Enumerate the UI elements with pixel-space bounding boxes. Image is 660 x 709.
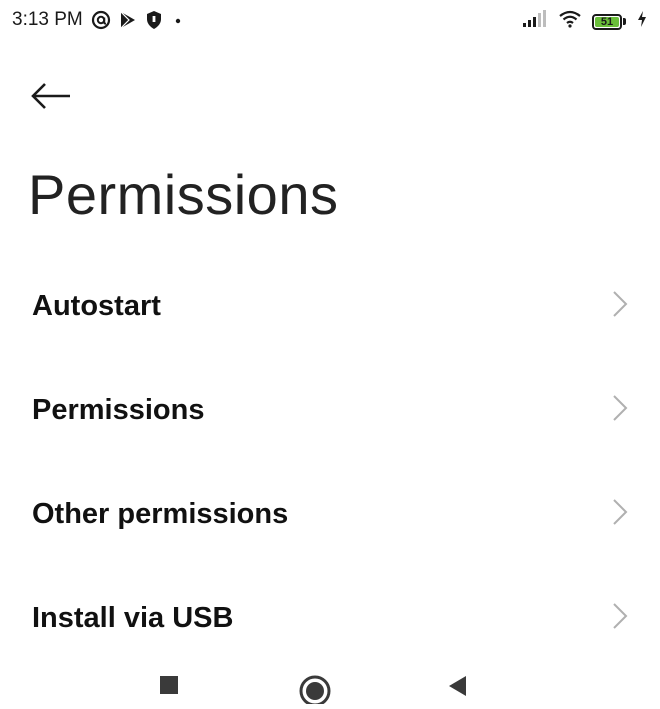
wifi-icon [558, 10, 582, 33]
list-item-label: Other permissions [32, 497, 289, 530]
play-store-icon [119, 10, 137, 30]
list-item-autostart[interactable]: Autostart [0, 254, 660, 358]
status-bar: 3:13 PM 51 [0, 0, 660, 40]
square-icon [159, 674, 179, 704]
list-item-install-via-usb[interactable]: Install via USB [0, 566, 660, 670]
circle-icon [298, 674, 332, 707]
triangle-back-icon [446, 674, 468, 704]
dot-icon [171, 10, 185, 30]
status-left: 3:13 PM [12, 9, 185, 31]
status-time: 3:13 PM [12, 9, 83, 30]
at-sign-icon [91, 10, 111, 30]
back-button[interactable] [440, 674, 474, 704]
back-arrow-button[interactable] [30, 76, 80, 120]
home-button[interactable] [298, 674, 332, 707]
signal-icon [522, 10, 548, 33]
recents-button[interactable] [152, 674, 186, 704]
list-item-label: Install via USB [32, 601, 234, 634]
list-item-label: Autostart [32, 289, 161, 322]
permissions-list: Autostart Permissions Other permissions … [0, 254, 660, 670]
back-arrow-icon [30, 81, 72, 116]
list-item-other-permissions[interactable]: Other permissions [0, 462, 660, 566]
shield-icon [145, 10, 163, 30]
navigation-bar [0, 662, 660, 707]
battery-level: 51 [595, 16, 619, 27]
page-title: Permissions [28, 163, 339, 226]
chevron-right-icon [612, 498, 628, 531]
battery-icon: 51 [592, 13, 626, 30]
chevron-right-icon [612, 394, 628, 427]
chevron-right-icon [612, 602, 628, 635]
chevron-right-icon [612, 290, 628, 323]
status-right: 51 [522, 10, 648, 33]
list-item-permissions[interactable]: Permissions [0, 358, 660, 462]
list-item-label: Permissions [32, 393, 205, 426]
charging-icon [636, 10, 648, 33]
